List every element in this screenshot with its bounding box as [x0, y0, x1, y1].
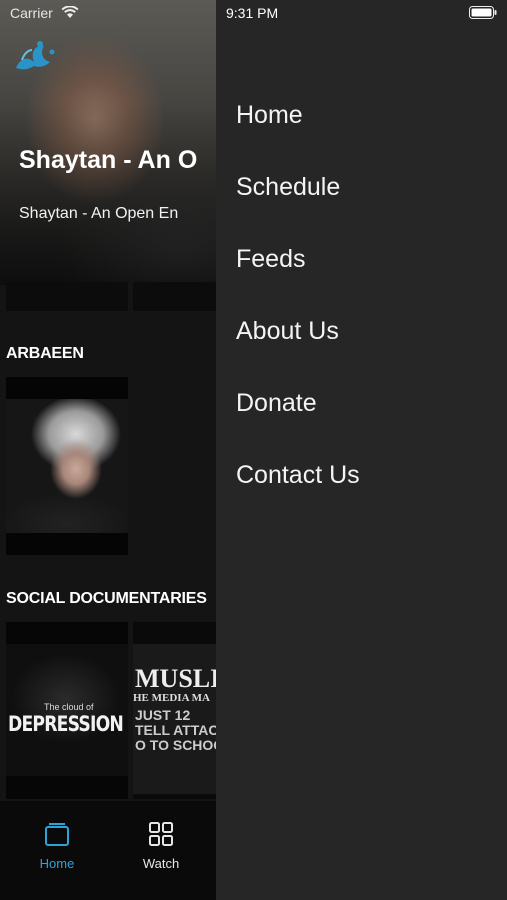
menu-item-about-us[interactable]: About Us — [236, 317, 339, 346]
video-card[interactable]: MUSLI HE MEDIA MA JUST 12 TELL ATTACK O … — [133, 622, 216, 799]
grid-icon — [149, 822, 173, 846]
tab-label: Watch — [142, 856, 180, 871]
thumbnail-caption: The cloud of — [44, 702, 94, 712]
status-time: 9:31 PM — [226, 5, 279, 21]
video-thumbnail[interactable] — [6, 282, 128, 311]
tab-label: Home — [39, 856, 75, 871]
home-icon — [45, 823, 69, 846]
video-card[interactable]: The cloud of DEPRESSION — [6, 622, 128, 799]
thumbnail-headlines: JUST 12 TELL ATTACK O O TO SCHOOLBO — [135, 707, 216, 753]
menu-item-contact-us[interactable]: Contact Us — [236, 461, 360, 490]
hero-subtitle: Shaytan - An Open En — [19, 205, 179, 222]
carrier-label: Carrier — [10, 5, 53, 21]
tab-bar: Home Watch — [0, 801, 216, 900]
menu-item-home[interactable]: Home — [236, 101, 303, 130]
side-menu: 9:31 PM Home Schedule Feeds About Us Don… — [216, 0, 507, 900]
menu-item-feeds[interactable]: Feeds — [236, 245, 305, 274]
menu-item-schedule[interactable]: Schedule — [236, 173, 340, 202]
section-title-social-documentaries: SOCIAL DOCUMENTARIES — [6, 590, 207, 607]
thumbnail-title: MUSLI — [135, 664, 216, 693]
menu-item-donate[interactable]: Donate — [236, 389, 317, 418]
battery-icon — [469, 6, 497, 19]
thumbnail-title: DEPRESSION — [8, 712, 124, 736]
hero-title: Shaytan - An O — [19, 146, 198, 174]
thumbnail-caption: HE MEDIA MA — [133, 692, 210, 704]
section-title-arbaeen: ARBAEEN — [6, 345, 84, 362]
tab-home[interactable]: Home — [17, 821, 97, 871]
video-card[interactable] — [6, 377, 128, 555]
video-thumbnail[interactable] — [133, 282, 216, 311]
app-content: Carrier Shaytan - An O Shaytan - An Open… — [0, 0, 216, 900]
video-thumbnail-image: MUSLI HE MEDIA MA JUST 12 TELL ATTACK O … — [133, 644, 216, 794]
tab-watch[interactable]: Watch — [121, 821, 201, 871]
video-thumbnail-image — [6, 399, 128, 533]
video-thumbnail-image: The cloud of DEPRESSION — [6, 644, 128, 776]
wifi-icon — [61, 6, 79, 18]
channel-logo-icon[interactable] — [12, 38, 60, 72]
